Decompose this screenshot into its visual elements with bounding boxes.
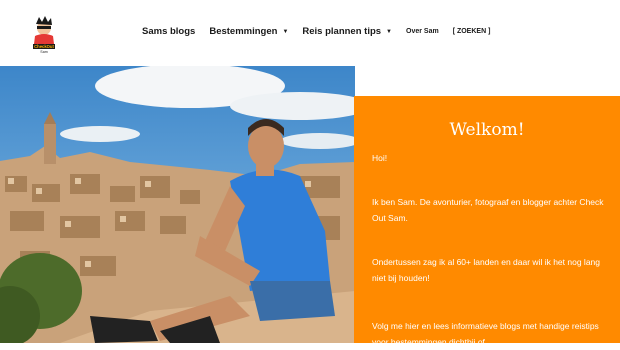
nav-label: Over Sam bbox=[406, 28, 439, 35]
countries-text: Ondertussen zag ik al 60+ landen en daar… bbox=[372, 257, 600, 283]
nav-sams-blogs[interactable]: Sams blogs bbox=[142, 26, 195, 37]
hero-photo bbox=[0, 66, 355, 343]
nav-label: Bestemmingen bbox=[209, 26, 278, 37]
chevron-down-icon: ▼ bbox=[282, 28, 289, 35]
svg-text:CheckOut: CheckOut bbox=[34, 44, 54, 49]
welcome-panel: Welkom! Hoi! Ik ben Sam. De avonturier, … bbox=[354, 96, 620, 347]
follow-text: Volg me hier en lees informatieve blogs … bbox=[372, 321, 599, 347]
svg-text:Sam: Sam bbox=[40, 50, 47, 54]
welcome-title: Welkom! bbox=[449, 120, 525, 140]
intro-text: Ik ben Sam. De avonturier, fotograaf en … bbox=[372, 197, 604, 223]
nav-label: Sams blogs bbox=[142, 26, 196, 37]
nav-over-sam[interactable]: Over Sam bbox=[406, 28, 439, 35]
nav-label: [ ZOEKEN ] bbox=[452, 28, 491, 35]
nav-reis-plannen-tips[interactable]: Reis plannen tips ▼ bbox=[302, 26, 392, 37]
nav-bestemmingen[interactable]: Bestemmingen ▼ bbox=[209, 26, 288, 37]
greeting-text: Hoi! bbox=[372, 153, 388, 163]
site-header: CheckOut Sam Sams blogs Bestemmingen ▼ Re… bbox=[0, 0, 620, 66]
nav-zoeken[interactable]: [ ZOEKEN ] bbox=[453, 28, 491, 35]
site-logo[interactable]: CheckOut Sam bbox=[26, 14, 62, 54]
nav-label: Reis plannen tips bbox=[302, 26, 382, 37]
chevron-down-icon: ▼ bbox=[386, 28, 392, 35]
main-nav: Sams blogs Bestemmingen ▼ Reis plannen ti… bbox=[142, 26, 504, 37]
